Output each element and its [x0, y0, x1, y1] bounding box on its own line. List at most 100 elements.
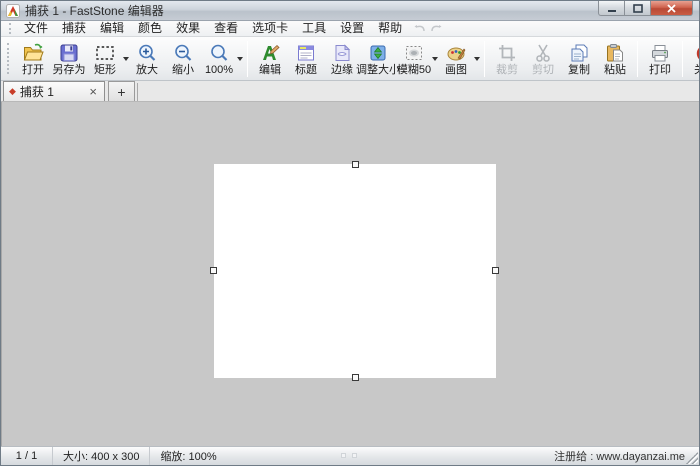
toolbar-label: 另存为	[53, 64, 86, 77]
zoom-in-icon	[136, 41, 158, 64]
resize-handle-right[interactable]	[492, 267, 499, 274]
menu-capture[interactable]: 捕获	[55, 21, 93, 36]
app-window: 捕获 1 - FastStone 编辑器 文件 捕获 编辑 颜色 效果 查看 选…	[0, 0, 700, 466]
zoom-out-button[interactable]: 缩小	[165, 39, 201, 79]
minimize-button[interactable]	[598, 1, 625, 16]
draw-dropdown-icon[interactable]	[474, 39, 480, 79]
tab-close-icon[interactable]: ×	[87, 84, 99, 99]
resize-handle-top[interactable]	[352, 161, 359, 168]
maximize-button[interactable]	[625, 1, 651, 16]
tab-capture-1[interactable]: ◆ 捕获 1 ×	[3, 81, 105, 101]
print-button[interactable]: 打印	[642, 39, 678, 79]
menu-help[interactable]: 帮助	[371, 21, 409, 36]
menu-colors[interactable]: 颜色	[131, 21, 169, 36]
menu-view[interactable]: 查看	[207, 21, 245, 36]
caption-icon	[295, 41, 317, 64]
menu-tabs[interactable]: 选项卡	[245, 21, 295, 36]
open-button[interactable]: 打开	[15, 39, 51, 79]
zoom-100-button[interactable]: 100%	[201, 39, 237, 79]
cut-icon	[532, 41, 554, 64]
paste-button[interactable]: 粘贴	[597, 39, 633, 79]
edge-button[interactable]: 边缘	[324, 39, 360, 79]
toolbar-label: 标题	[295, 64, 317, 77]
zoom-100-icon	[208, 41, 230, 64]
window-resize-grip[interactable]	[686, 452, 698, 464]
status-zoom-level: 缩放: 100%	[150, 447, 226, 465]
zoom-dropdown-icon[interactable]	[237, 39, 243, 79]
toolbar-separator	[637, 41, 638, 77]
toolbar-label: 模糊50	[397, 64, 431, 77]
toolbar-label: 边缘	[331, 64, 353, 77]
toolbar-label: 放大	[136, 64, 158, 77]
zoom-out-icon	[172, 41, 194, 64]
menu-file[interactable]: 文件	[17, 21, 55, 36]
toolbar-separator	[484, 41, 485, 77]
resize-button[interactable]: 调整大小	[360, 39, 396, 79]
toolbar-label: 缩小	[172, 64, 194, 77]
resize-icon	[367, 41, 389, 64]
statusbar-grip-dots	[341, 453, 357, 458]
save-icon	[58, 41, 80, 64]
redo-icon	[430, 23, 443, 34]
toolbar-label: 复制	[568, 64, 590, 77]
edit-icon	[259, 41, 281, 64]
status-page-count: 1 / 1	[1, 447, 53, 465]
toolbar-separator	[682, 41, 683, 77]
close-window-button[interactable]	[651, 1, 693, 16]
titlebar[interactable]: 捕获 1 - FastStone 编辑器	[1, 1, 699, 21]
resize-handle-bottom[interactable]	[352, 374, 359, 381]
tab-bullet-icon: ◆	[9, 86, 16, 97]
app-icon	[6, 4, 20, 18]
toolbar-grip[interactable]	[7, 43, 9, 73]
menubar: 文件 捕获 编辑 颜色 效果 查看 选项卡 工具 设置 帮助	[1, 21, 699, 37]
canvas-area[interactable]	[1, 102, 699, 448]
cut-button: 剪切	[525, 39, 561, 79]
tab-label: 捕获 1	[20, 83, 83, 100]
toolbar-label: 打印	[649, 64, 671, 77]
close-editor-button[interactable]: 关闭	[687, 39, 700, 79]
save-as-button[interactable]: 另存为	[51, 39, 87, 79]
captured-image[interactable]	[214, 164, 496, 378]
blur-icon	[403, 41, 425, 64]
resize-handle-left[interactable]	[210, 267, 217, 274]
menu-settings[interactable]: 设置	[333, 21, 371, 36]
print-icon	[649, 41, 671, 64]
edit-button[interactable]: 编辑	[252, 39, 288, 79]
new-tab-button[interactable]: +	[108, 81, 135, 101]
toolbar-label: 矩形	[94, 64, 116, 77]
window-controls	[598, 1, 693, 16]
edge-icon	[331, 41, 353, 64]
toolbar-label: 100%	[205, 64, 233, 77]
toolbar-label: 粘贴	[604, 64, 626, 77]
toolbar-label: 剪切	[532, 64, 554, 77]
power-close-icon	[694, 41, 700, 64]
toolbar-label: 裁剪	[496, 64, 518, 77]
draw-icon	[445, 41, 467, 64]
tabbar: ◆ 捕获 1 × +	[1, 81, 699, 102]
toolbar-label: 编辑	[259, 64, 281, 77]
caption-button[interactable]: 标题	[288, 39, 324, 79]
toolbar-label: 打开	[22, 64, 44, 77]
copy-icon	[568, 41, 590, 64]
toolbar-label: 调整大小	[356, 64, 400, 77]
rect-select-icon	[94, 41, 116, 64]
toolbar-label: 关闭	[694, 64, 700, 77]
toolbar-label: 画图	[445, 64, 467, 77]
menubar-grip[interactable]	[9, 23, 11, 34]
undo-icon	[413, 23, 426, 34]
window-title: 捕获 1 - FastStone 编辑器	[25, 1, 164, 21]
status-registered-to: 注册给 : www.dayanzai.me	[554, 448, 699, 464]
menu-tools[interactable]: 工具	[295, 21, 333, 36]
open-folder-icon	[22, 41, 44, 64]
menu-effects[interactable]: 效果	[169, 21, 207, 36]
menu-edit[interactable]: 编辑	[93, 21, 131, 36]
toolbar-separator	[247, 41, 248, 77]
statusbar: 1 / 1 大小: 400 x 300 缩放: 100% 注册给 : www.d…	[1, 446, 699, 465]
copy-button[interactable]: 复制	[561, 39, 597, 79]
rect-select-button[interactable]: 矩形	[87, 39, 123, 79]
draw-button[interactable]: 画图	[438, 39, 474, 79]
status-image-size: 大小: 400 x 300	[53, 447, 150, 465]
paste-icon	[604, 41, 626, 64]
zoom-in-button[interactable]: 放大	[129, 39, 165, 79]
blur-button[interactable]: 模糊50	[396, 39, 432, 79]
